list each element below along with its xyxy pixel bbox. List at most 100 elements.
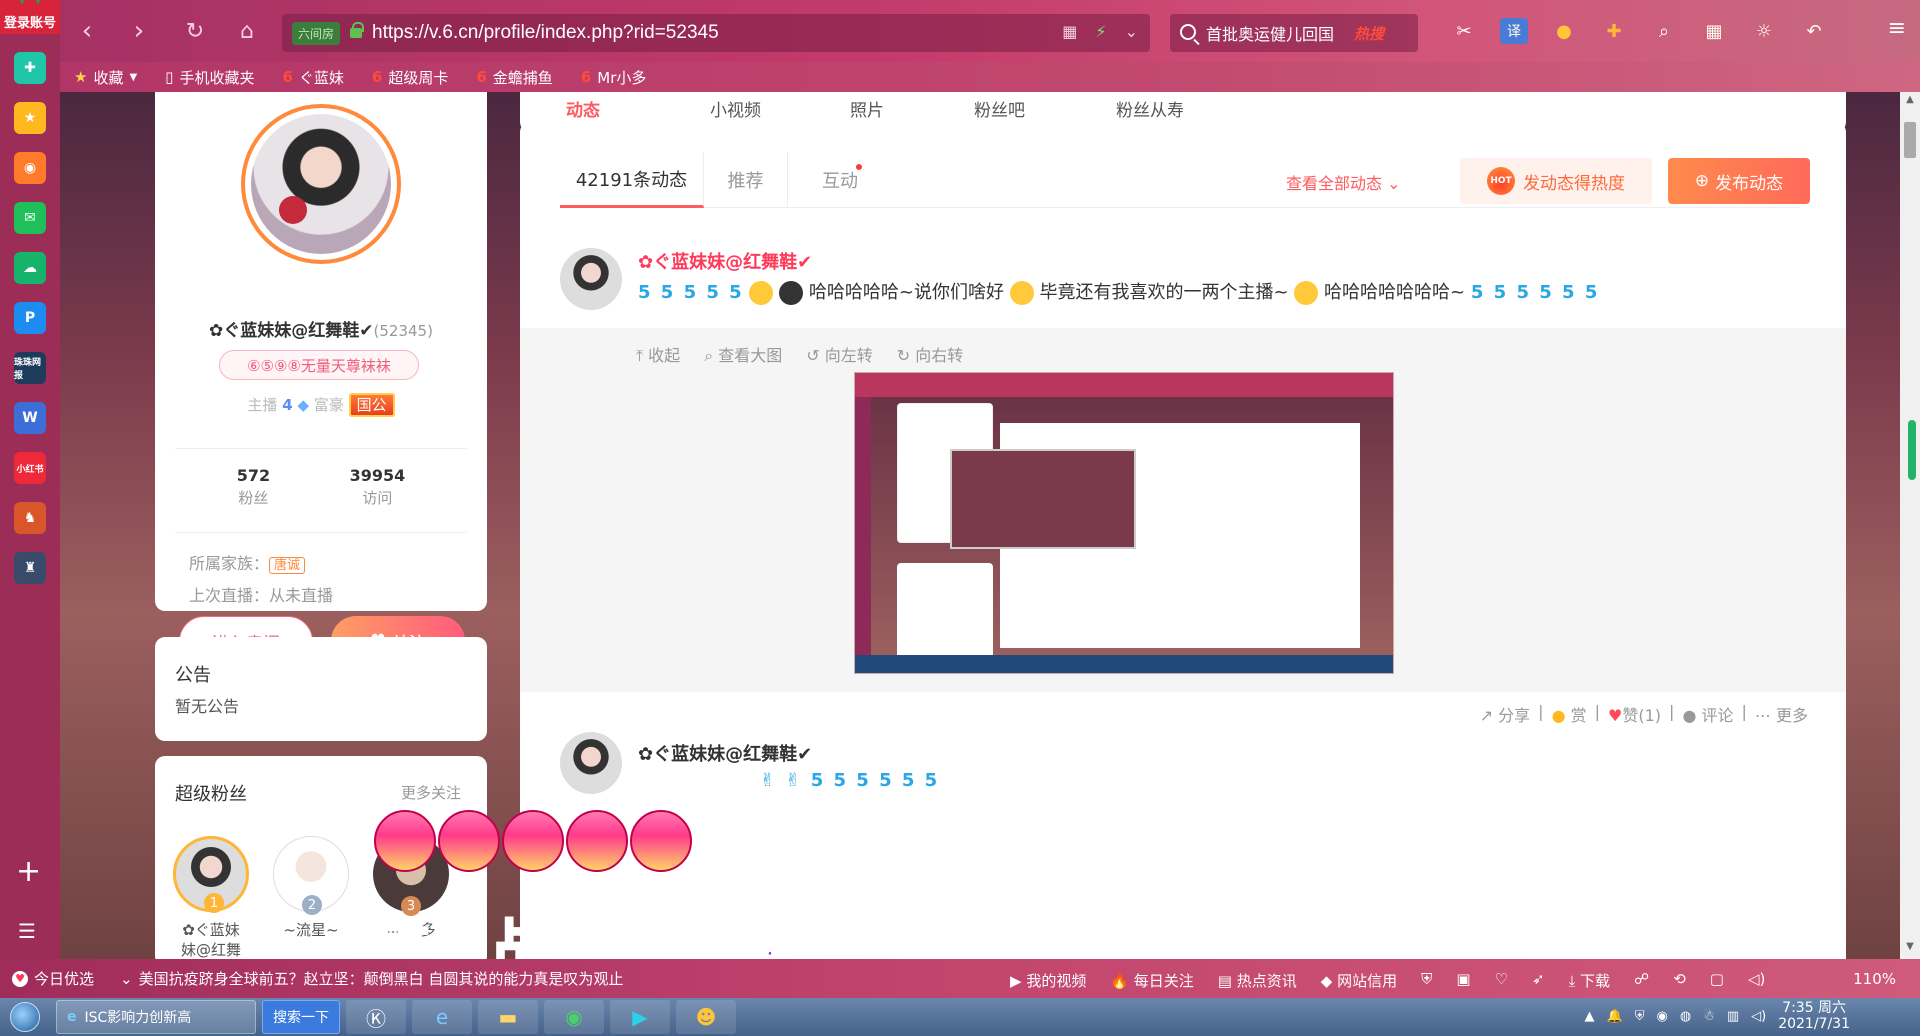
weibo-icon[interactable]: ◉ bbox=[14, 152, 46, 184]
bookmark-favorites[interactable]: ★ 收藏 ▼ bbox=[74, 67, 137, 88]
translate-icon[interactable]: ⟲ bbox=[1673, 970, 1686, 991]
post-author-name[interactable]: ✿ぐ蓝妹妹@红舞鞋✔ bbox=[638, 740, 812, 766]
post-for-heat-button[interactable]: HOT 发动态得热度 bbox=[1460, 158, 1652, 204]
fan-item[interactable]: 2 ~流星~ bbox=[271, 836, 351, 940]
start-button[interactable] bbox=[0, 998, 50, 1036]
browser-tray-icon[interactable]: ◉ bbox=[1656, 1009, 1667, 1024]
list-icon[interactable]: ☰ bbox=[18, 919, 36, 943]
tab-photos[interactable]: 照片 bbox=[850, 96, 884, 121]
taskbar-search[interactable]: 搜索一下 bbox=[262, 1000, 340, 1034]
more-follows-link[interactable]: 更多关注 bbox=[401, 782, 461, 803]
game2-icon[interactable]: ♜ bbox=[14, 552, 46, 584]
gamepad-icon[interactable]: ✚ bbox=[1600, 18, 1628, 44]
cloud-icon[interactable]: ☁ bbox=[14, 252, 46, 284]
zoom-level[interactable]: 110% bbox=[1853, 970, 1896, 988]
hot-search-label[interactable]: 热搜 bbox=[1354, 23, 1384, 44]
qq-icon[interactable]: ☃ bbox=[1703, 1009, 1715, 1024]
forward-icon[interactable]: › bbox=[124, 16, 154, 46]
post-screenshot-image[interactable] bbox=[854, 372, 1394, 674]
heart-outline-icon[interactable]: ♡ bbox=[1495, 970, 1508, 991]
reward-button[interactable]: ● 赏 bbox=[1552, 702, 1587, 726]
speed-icon[interactable]: ➶ bbox=[1532, 970, 1545, 991]
menu-icon[interactable]: ≡ bbox=[1888, 16, 1906, 41]
comment-button[interactable]: ● 评论 bbox=[1682, 702, 1733, 726]
scroll-down-icon[interactable]: ▼ bbox=[1900, 941, 1920, 957]
hot-news-link[interactable]: ▤ 热点资讯 bbox=[1218, 970, 1297, 991]
game-icon[interactable]: ♞ bbox=[14, 502, 46, 534]
translate-icon[interactable]: 译 bbox=[1500, 18, 1528, 44]
refresh-icon[interactable]: ↻ bbox=[180, 16, 210, 46]
fans-stat[interactable]: 572 粉丝 bbox=[237, 466, 270, 508]
mail-icon[interactable]: ✉ bbox=[14, 202, 46, 234]
chevron-down-icon[interactable]: ⌄ bbox=[1125, 22, 1138, 41]
taskbar-ie-icon[interactable]: e bbox=[412, 1000, 472, 1034]
network-icon[interactable]: ▥ bbox=[1727, 1009, 1739, 1024]
shield-icon[interactable]: ⛨ bbox=[1421, 970, 1432, 991]
view-large-button[interactable]: ⌕ 查看大图 bbox=[704, 342, 782, 366]
find-icon[interactable]: ⌕ bbox=[1650, 18, 1678, 44]
bookmark-mrxiaoduo[interactable]: 6 Mr小多 bbox=[581, 67, 647, 88]
like-button[interactable]: ♥赞(1) bbox=[1608, 702, 1661, 726]
brightness-icon[interactable]: ☼ bbox=[1750, 18, 1778, 44]
bookmark-lanmei[interactable]: 6 ぐ蓝妹 bbox=[282, 67, 343, 88]
rotate-left-button[interactable]: ↺ 向左转 bbox=[806, 342, 873, 366]
post-author-avatar[interactable] bbox=[560, 732, 622, 794]
taskbar-folder-icon[interactable]: ▬ bbox=[478, 1000, 538, 1034]
download-link[interactable]: ⤓ 下载 bbox=[1569, 970, 1610, 991]
sidebar-handle[interactable] bbox=[1908, 420, 1916, 480]
fan-item[interactable]: 1 ✿ぐ蓝妹 妹@红舞 bbox=[171, 836, 251, 959]
home-icon[interactable]: ⌂ bbox=[232, 16, 262, 46]
caret-down-icon[interactable]: ▼ bbox=[129, 72, 137, 83]
system-clock[interactable]: 7:35 周六 2021/7/31 bbox=[1778, 1000, 1850, 1032]
site-credit-link[interactable]: ◆ 网站信用 bbox=[1321, 970, 1397, 991]
bookmark-mobile[interactable]: ▯ 手机收藏夹 bbox=[165, 67, 254, 88]
url-text[interactable]: https://v.6.cn/profile/index.php?rid=523… bbox=[372, 22, 719, 44]
plus-app-icon[interactable]: ✚ bbox=[14, 52, 46, 84]
window-icon[interactable]: ▢ bbox=[1710, 970, 1724, 991]
xiaohongshu-icon[interactable]: 小红书 bbox=[14, 452, 46, 484]
tab-short-video[interactable]: 小视频 bbox=[710, 96, 761, 121]
news-icon[interactable]: 珠珠网报 bbox=[14, 352, 46, 384]
tab-fan-bar[interactable]: 粉丝吧 bbox=[974, 96, 1025, 121]
today-picks[interactable]: ♥ 今日优选 bbox=[12, 968, 94, 989]
taskbar-player-icon[interactable]: ▶ bbox=[610, 1000, 670, 1034]
tab-all-dynamics[interactable]: 42191条动态 bbox=[560, 152, 704, 208]
family-tag[interactable]: 唐诚 bbox=[269, 557, 306, 574]
view-all-dynamics-link[interactable]: 查看全部动态 ⌄ bbox=[1286, 170, 1401, 194]
rotate-right-button[interactable]: ↻ 向右转 bbox=[897, 342, 964, 366]
volume-icon[interactable]: ◁) bbox=[1748, 970, 1765, 991]
publish-dynamic-button[interactable]: ⊕ 发布动态 bbox=[1668, 158, 1810, 204]
scroll-up-icon[interactable]: ▲ bbox=[1900, 94, 1920, 110]
qr-icon[interactable]: ▦ bbox=[1062, 22, 1077, 41]
news-ticker[interactable]: ⌄ 美国抗疫跻身全球前五？赵立坚：颠倒黑白 自圆其说的能力真是叹为观止 bbox=[120, 968, 623, 989]
image-icon[interactable]: ▣ bbox=[1456, 970, 1470, 991]
undo-icon[interactable]: ↶ bbox=[1800, 18, 1828, 44]
collapse-button[interactable]: ⤒ 收起 bbox=[636, 342, 680, 366]
tab-dynamics[interactable]: 动态 bbox=[566, 96, 600, 121]
daily-follow-link[interactable]: 🔥 每日关注 bbox=[1110, 970, 1193, 991]
page-scrollbar[interactable]: ▲ ▼ bbox=[1900, 92, 1920, 959]
wechat-icon[interactable]: ◍ bbox=[1680, 1009, 1691, 1024]
tab-interact[interactable]: 互动 bbox=[788, 152, 892, 208]
taskbar-game-icon[interactable]: ☻ bbox=[676, 1000, 736, 1034]
bookmark-weekcard[interactable]: 6 超级周卡 bbox=[372, 67, 448, 88]
address-bar[interactable]: 六间房 https://v.6.cn/profile/index.php?rid… bbox=[282, 14, 1150, 52]
tray-up-icon[interactable]: ▲ bbox=[1585, 1009, 1595, 1024]
back-icon[interactable]: ‹ bbox=[72, 16, 102, 46]
tab-recommend[interactable]: 推荐 bbox=[704, 152, 788, 208]
post-author-avatar[interactable] bbox=[560, 248, 622, 310]
scissors-icon[interactable]: ✂ bbox=[1450, 18, 1478, 44]
post-author-name[interactable]: ✿ぐ蓝妹妹@红舞鞋✔ bbox=[638, 248, 812, 274]
profile-avatar[interactable] bbox=[241, 104, 401, 264]
search-box[interactable]: 首批奥运健儿回国 热搜 bbox=[1170, 14, 1418, 52]
p-icon[interactable]: P bbox=[14, 302, 46, 334]
mask-icon[interactable]: ☍ bbox=[1634, 970, 1649, 991]
shield-icon[interactable]: ⛨ bbox=[1635, 1009, 1645, 1024]
bell-icon[interactable]: 🔔 bbox=[1607, 1009, 1623, 1024]
scroll-thumb[interactable] bbox=[1904, 122, 1916, 158]
add-icon[interactable]: + bbox=[16, 854, 41, 889]
coin-icon[interactable]: ● bbox=[1550, 18, 1578, 44]
share-button[interactable]: ↗ 分享 bbox=[1480, 702, 1531, 726]
star-icon[interactable]: ★ bbox=[14, 102, 46, 134]
search-query[interactable]: 首批奥运健儿回国 bbox=[1206, 21, 1334, 45]
